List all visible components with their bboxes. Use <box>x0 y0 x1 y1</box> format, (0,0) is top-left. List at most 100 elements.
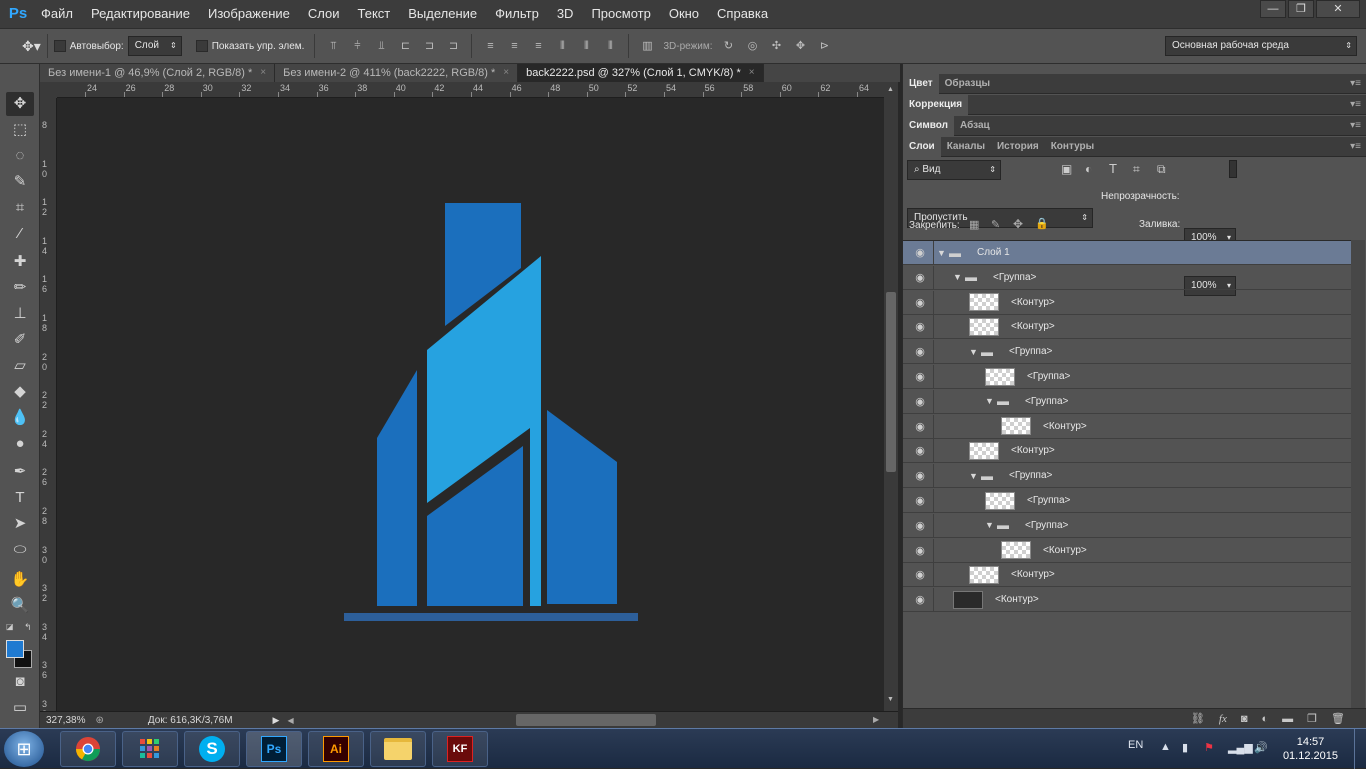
delete-layer-icon[interactable]: 🗑 <box>1331 712 1345 725</box>
tab-adjustments[interactable]: Коррекция <box>903 94 969 115</box>
language-indicator[interactable]: EN <box>1128 739 1143 751</box>
show-desktop-button[interactable] <box>1354 729 1366 769</box>
menu-type[interactable]: Текст <box>349 0 400 28</box>
brush-tool-icon[interactable]: ✏ <box>6 276 34 300</box>
eye-visibility-icon[interactable]: ◉ <box>912 395 928 408</box>
expand-group-icon[interactable]: ▼ <box>937 248 946 258</box>
layer-row[interactable]: ◉ <Группа> <box>903 365 1351 389</box>
dodge-tool-icon[interactable]: ● <box>6 432 34 456</box>
new-layer-icon[interactable]: ❐ <box>1307 712 1317 725</box>
eye-visibility-icon[interactable]: ◉ <box>912 444 928 457</box>
filter-pixel-icon[interactable]: ▣ <box>1061 162 1072 176</box>
zoom-level[interactable]: 327,38% <box>46 715 85 726</box>
tab-swatches[interactable]: Образцы <box>939 74 996 94</box>
distribute-bottom-icon[interactable]: ≡ <box>531 39 545 53</box>
eye-visibility-icon[interactable]: ◉ <box>912 420 928 433</box>
taskbar-skype-icon[interactable]: S <box>184 731 240 767</box>
align-vcenter-icon[interactable]: ⫩ <box>350 39 364 53</box>
rotate-3d-icon[interactable]: ↻ <box>722 39 736 53</box>
start-button[interactable]: ⊞ <box>4 731 44 767</box>
expand-group-icon[interactable]: ▼ <box>969 471 978 481</box>
eye-visibility-icon[interactable]: ◉ <box>912 568 928 581</box>
filter-toggle-switch[interactable] <box>1229 160 1237 178</box>
layer-row[interactable]: ◉ ▼ ▬ Слой 1 <box>903 241 1351 265</box>
align-bottom-icon[interactable]: ⫫ <box>374 39 388 53</box>
lock-image-icon[interactable]: ✎ <box>991 218 1000 231</box>
lock-position-icon[interactable]: ✥ <box>1013 217 1023 231</box>
layer-row[interactable]: ◉ ▼ ▬ <Группа> <box>903 265 1351 290</box>
auto-align-icon[interactable]: ▥ <box>640 39 654 53</box>
foreground-color-swatch[interactable] <box>6 640 24 658</box>
screen-mode-icon[interactable]: ▭ <box>6 696 34 720</box>
clone-stamp-tool-icon[interactable]: ⊥ <box>6 302 34 326</box>
new-adjustment-layer-icon[interactable]: ◐ <box>1262 713 1269 725</box>
layers-scrollbar[interactable] <box>1351 240 1365 710</box>
menu-layers[interactable]: Слои <box>299 0 349 28</box>
distribute-right-icon[interactable]: ⦀ <box>603 39 617 53</box>
eye-visibility-icon[interactable]: ◉ <box>912 519 928 532</box>
menu-select[interactable]: Выделение <box>399 0 486 28</box>
expand-group-icon[interactable]: ▼ <box>985 520 994 530</box>
tab-layers[interactable]: Слои <box>903 136 941 157</box>
layer-row[interactable]: ◉ ▼ ▬ <Группа> <box>903 389 1351 414</box>
expand-group-icon[interactable]: ▼ <box>953 272 962 282</box>
autoselect-dropdown[interactable]: Слой ⇕ <box>127 36 182 56</box>
layer-row[interactable]: ◉ ▼ ▬ <Группа> <box>903 340 1351 365</box>
tab-channels[interactable]: Каналы <box>941 137 991 157</box>
default-colors-icon[interactable]: ◪ <box>6 622 14 631</box>
align-left-icon[interactable]: ⊏ <box>398 39 412 53</box>
scroll-up-icon[interactable]: ▲ <box>887 86 894 93</box>
eye-visibility-icon[interactable]: ◉ <box>912 370 928 383</box>
add-mask-icon[interactable]: ◙ <box>1241 713 1248 725</box>
quick-select-tool-icon[interactable]: ✎ <box>6 170 34 194</box>
move-tool-preset-icon[interactable]: ✥▾ <box>22 38 41 55</box>
layer-row[interactable]: ◉ <Контур> <box>903 588 1351 613</box>
zoom-tool-icon[interactable]: 🔍 <box>6 594 34 618</box>
taskbar-photoshop-icon[interactable]: Ps <box>246 731 302 767</box>
eye-visibility-icon[interactable]: ◉ <box>912 296 928 309</box>
path-select-tool-icon[interactable]: ➤ <box>6 512 34 536</box>
eyedropper-tool-icon[interactable]: ⁄ <box>6 222 34 246</box>
distribute-top-icon[interactable]: ≡ <box>483 39 497 53</box>
tab-paragraph[interactable]: Абзац <box>954 116 996 136</box>
tab-untitled-1[interactable]: Без имени-1 @ 46,9% (Слой 2, RGB/8) * × <box>40 64 276 82</box>
lasso-tool-icon[interactable]: ◌ <box>6 144 34 168</box>
close-icon[interactable]: × <box>749 64 755 82</box>
taskbar-explorer-icon[interactable] <box>370 731 426 767</box>
fx-icon[interactable]: fx <box>1219 713 1227 725</box>
layer-row[interactable]: ◉ <Группа> <box>903 489 1351 513</box>
canvas-vertical-scrollbar[interactable]: ▲ ▼ <box>884 82 898 711</box>
layer-row[interactable]: ◉ ▼ ▬ <Группа> <box>903 464 1351 489</box>
network-signal-icon[interactable]: ▂▄▆ <box>1228 741 1253 754</box>
scroll-down-icon[interactable]: ▼ <box>887 696 894 703</box>
taskbar-killing-floor-icon[interactable]: KF <box>432 731 488 767</box>
tab-color[interactable]: Цвет <box>903 73 939 94</box>
layer-row[interactable]: ◉ <Контур> <box>903 290 1351 315</box>
workspace-dropdown[interactable]: Основная рабочая среда ⇕ <box>1165 36 1357 56</box>
pen-tool-icon[interactable]: ✒ <box>6 460 34 484</box>
layer-filter-dropdown[interactable]: ⌕ Вид ⇕ <box>907 160 1001 180</box>
taskbar-chrome-icon[interactable] <box>60 731 116 767</box>
eye-visibility-icon[interactable]: ◉ <box>912 469 928 482</box>
tray-flag-icon[interactable]: ⚑ <box>1204 741 1214 754</box>
tab-back2222[interactable]: back2222.psd @ 327% (Слой 1, CMYK/8) * × <box>518 64 764 82</box>
roll-3d-icon[interactable]: ◎ <box>746 39 760 53</box>
move-tool-icon[interactable]: ✥ <box>6 92 34 116</box>
share-icon[interactable]: ⊛ <box>95 715 103 726</box>
distribute-left-icon[interactable]: ⦀ <box>555 39 569 53</box>
ruler-horizontal[interactable]: 24 26 28 30 32 34 36 38 40 42 44 46 48 50 52 54 56 58 60 62… <box>57 82 884 98</box>
filter-type-icon[interactable]: T <box>1109 161 1117 176</box>
tab-paths[interactable]: Контуры <box>1045 137 1100 157</box>
layer-row[interactable]: ◉ <Контур> <box>903 563 1351 588</box>
align-top-icon[interactable]: ⫪ <box>326 39 340 53</box>
hand-tool-icon[interactable]: ✋ <box>6 568 34 592</box>
taskbar-illustrator-icon[interactable]: Ai <box>308 731 364 767</box>
layer-row[interactable]: ◉ <Контур> <box>903 538 1351 563</box>
tab-untitled-2[interactable]: Без имени-2 @ 411% (back2222, RGB/8) * × <box>275 64 519 82</box>
layer-row[interactable]: ◉ <Контур> <box>903 315 1351 340</box>
document-canvas[interactable] <box>57 98 884 711</box>
filter-adjustment-icon[interactable]: ◐ <box>1085 162 1092 176</box>
minimize-button[interactable]: — <box>1260 0 1286 18</box>
menu-help[interactable]: Справка <box>708 0 777 28</box>
menu-filter[interactable]: Фильтр <box>486 0 548 28</box>
